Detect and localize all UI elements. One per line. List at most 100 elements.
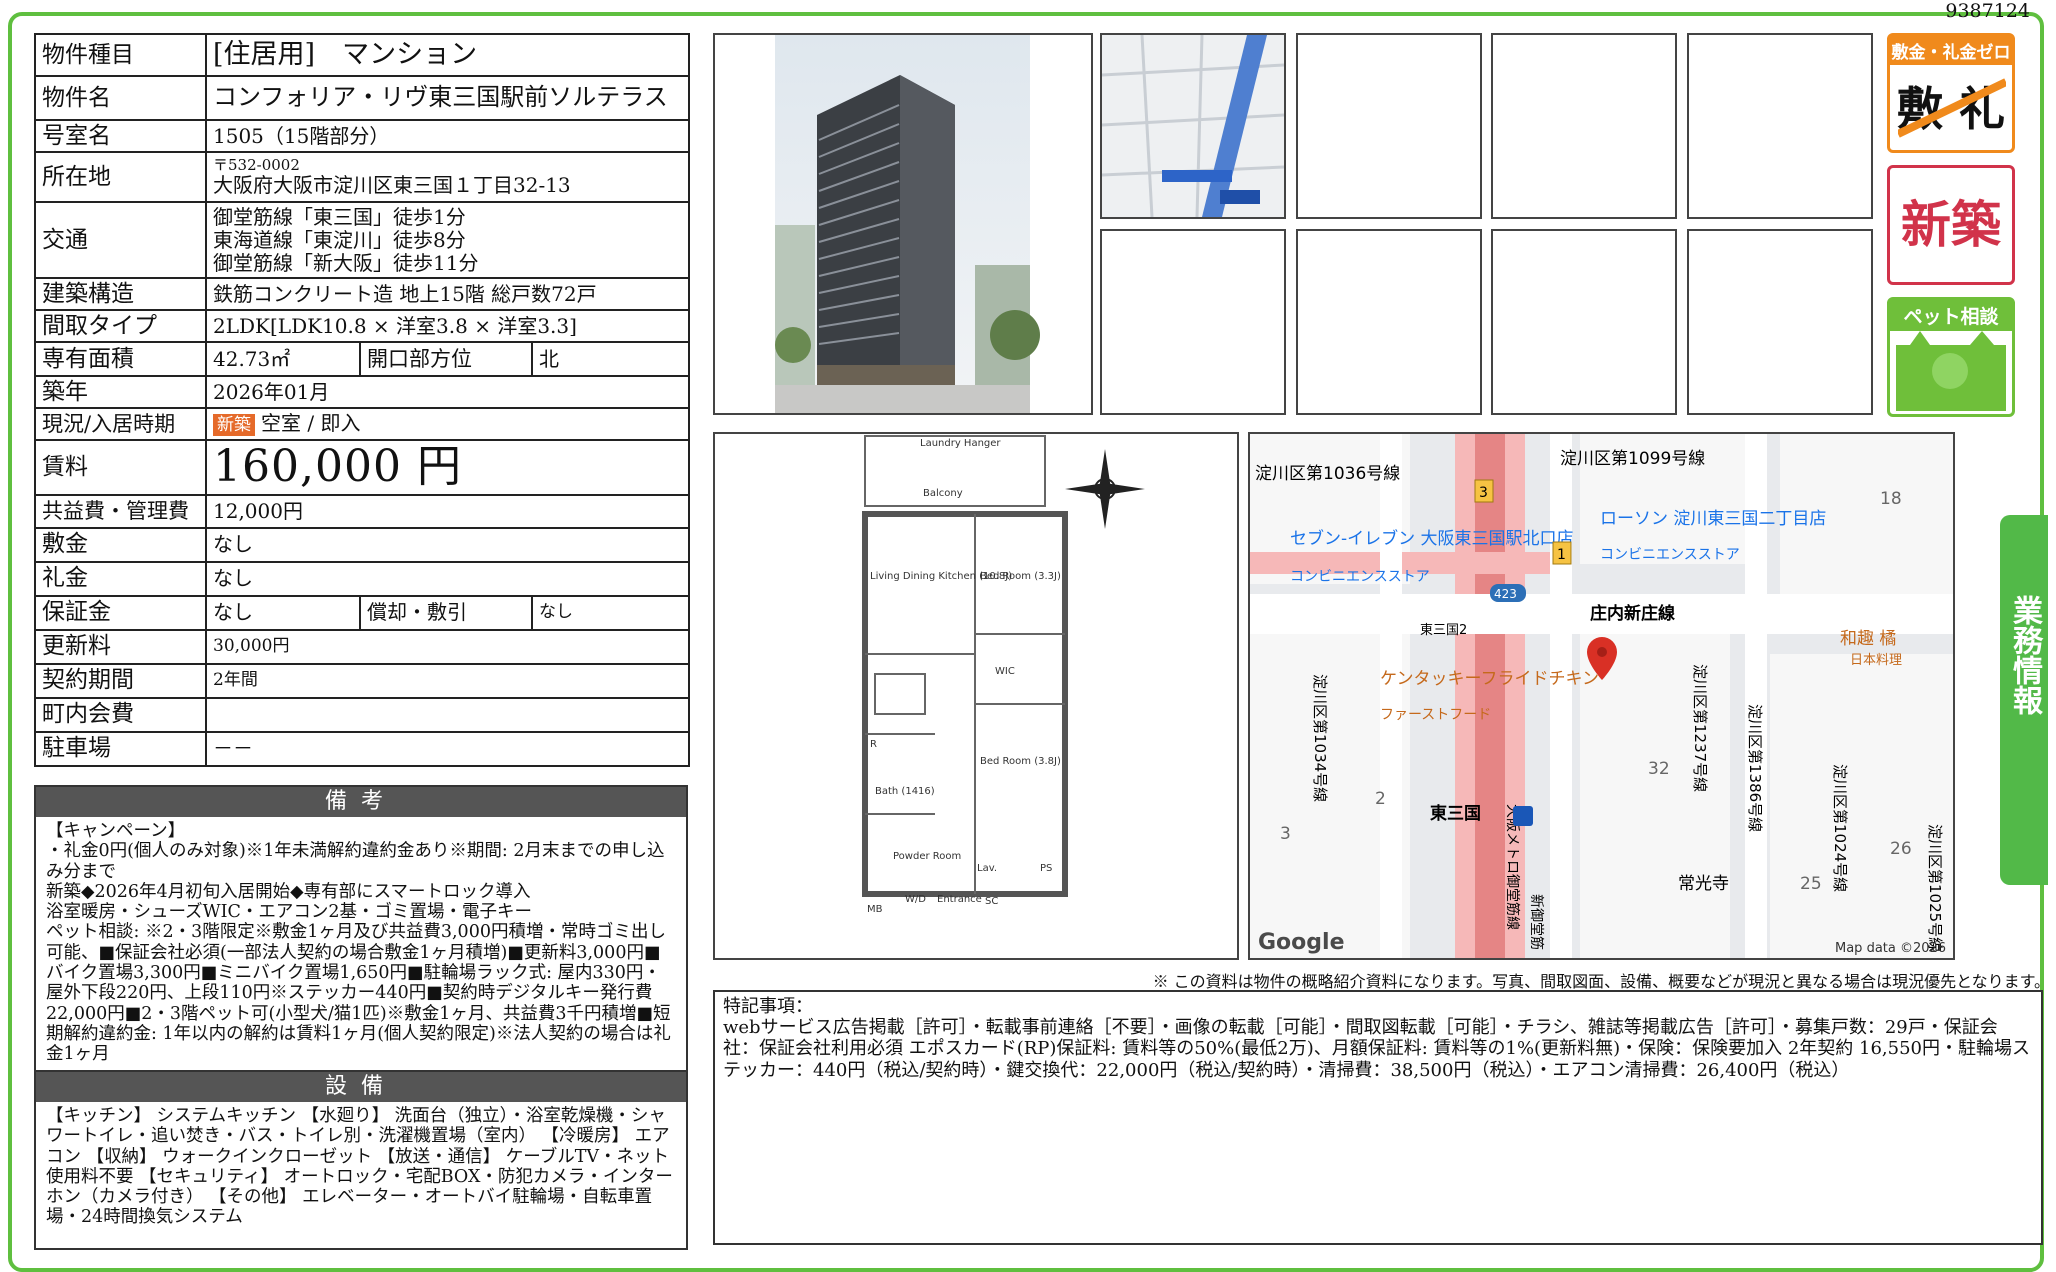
map-station-higashimikuni: 東三国 (1430, 803, 1481, 824)
label-orientation: 開口部方位 (359, 341, 533, 377)
label-layout: 間取タイプ (34, 309, 207, 343)
label-renewal: 更新料 (34, 628, 207, 665)
fp-bedroom-2: Bed Room (3.8J) (980, 756, 1061, 767)
photo-slot-5 (1100, 229, 1286, 415)
row-area: 専有面積 42.73㎡ 開口部方位 北 (34, 341, 691, 377)
zero-deposit-badge: 敷金・礼金ゼロ 敷 礼 (1887, 33, 2015, 153)
map-route-1: 1 (1557, 547, 1566, 563)
map-road-1024: 淀川区第1024号線 (1831, 764, 1849, 892)
value-built: 2026年01月 (204, 375, 691, 409)
equipment-panel: 設備 【キッチン】 システムキッチン 【水廻り】 洗面台（独立）・浴室乾燥機・シ… (34, 1070, 688, 1250)
special-notes-body: webサービス広告掲載［許可］・転載事前連絡［不要］・画像の転載［可能］・間取図… (723, 1017, 2030, 1081)
fp-laundry: Laundry Hanger (920, 438, 1001, 449)
business-info-tab-label: 業務情報 (2007, 595, 2042, 715)
fp-wd: W/D (905, 894, 926, 905)
row-parking: 駐車場 －－ (34, 730, 691, 767)
map-block-2: 2 (1375, 789, 1386, 809)
access-line-3: 御堂筋線「新大阪」徒歩11分 (213, 250, 479, 275)
document-id: 9387124 (1945, 0, 2030, 22)
row-access: 交通 御堂筋線「東三国」徒歩1分 東海道線「東淀川」徒歩8分 御堂筋線「新大阪」… (34, 201, 691, 279)
compass-icon (1065, 449, 1145, 529)
map-block-32: 32 (1648, 759, 1670, 779)
map-seven-eleven-type: コンビニエンスストア (1290, 569, 1430, 585)
value-deposit: なし (204, 526, 691, 563)
floorplan-frame: Laundry Hanger Balcony Living Dining Kit… (713, 432, 1239, 960)
value-layout: 2LDK[LDK10.8 × 洋室3.8 × 洋室3.3] (204, 309, 691, 343)
fp-bath: Bath (1416) (875, 786, 935, 797)
row-address: 所在地 〒532-0002 大阪府大阪市淀川区東三国１丁目32-13 (34, 151, 691, 203)
row-name: 物件名 コンフォリア・リヴ東三国駅前ソルテラス (34, 75, 691, 121)
value-fee: 12,000円 (204, 493, 691, 529)
row-key-money: 礼金 なし (34, 560, 691, 597)
row-status: 現況/入居時期 新築 空室 / 即入 (34, 407, 691, 441)
map-block-26: 26 (1890, 839, 1912, 859)
map-road-1099: 淀川区第1099号線 (1560, 449, 1705, 469)
map-block-18: 18 (1880, 489, 1902, 509)
label-fee: 共益費・管理費 (34, 493, 207, 529)
photo-slot-8 (1687, 229, 1873, 415)
remarks-header: 備考 (36, 787, 686, 817)
value-name: コンフォリア・リヴ東三国駅前ソルテラス (204, 75, 691, 121)
label-status: 現況/入居時期 (34, 407, 207, 441)
special-notes-title: 特記事項： (723, 996, 813, 1017)
label-structure: 建築構造 (34, 277, 207, 311)
location-map-image: 淀川区第1036号線 淀川区第1099号線 セブン-イレブン 大阪東三国駅北口店… (1250, 434, 1953, 958)
value-status: 空室 / 即入 (261, 411, 361, 436)
value-rent: 160,000 円 (204, 439, 691, 496)
photo-slot-6 (1296, 229, 1482, 415)
location-map[interactable]: 淀川区第1036号線 淀川区第1099号線 セブン-イレブン 大阪東三国駅北口店… (1248, 432, 1955, 960)
photo-slot-2 (1296, 33, 1482, 219)
label-community: 町内会費 (34, 696, 207, 733)
area-map-thumbnail (1100, 33, 1286, 219)
map-washu-tachibana: 和趣 橘 (1840, 629, 1896, 649)
fp-bedroom-1: Bed Room (3.3J) (980, 571, 1061, 582)
photo-slot-3 (1491, 33, 1677, 219)
metro-station-icon (1513, 806, 1533, 826)
map-road-1034: 淀川区第1034号線 (1311, 674, 1329, 802)
map-road-1237: 淀川区第1237号線 (1691, 664, 1709, 792)
floorplan-drawing: Laundry Hanger Balcony Living Dining Kit… (862, 435, 1145, 915)
building-photo-frame (713, 33, 1093, 415)
map-higashimikuni-2: 東三国2 (1420, 622, 1467, 638)
label-area: 専有面積 (34, 341, 207, 377)
photo-slot-7 (1491, 229, 1677, 415)
business-info-tab[interactable]: 業務情報 (2000, 515, 2048, 885)
label-contract: 契約期間 (34, 662, 207, 699)
value-orientation: 北 (530, 341, 691, 377)
label-built: 築年 (34, 375, 207, 409)
google-logo: Google (1258, 930, 1345, 955)
fp-ps: PS (1040, 863, 1052, 874)
map-japanese-restaurant: 日本料理 (1850, 653, 1902, 668)
fp-balcony: Balcony (923, 488, 963, 499)
row-contract: 契約期間 2年間 (34, 662, 691, 699)
value-guarantee: なし (205, 594, 361, 631)
fp-entrance: Entrance (937, 894, 982, 905)
map-road-1036: 淀川区第1036号線 (1255, 464, 1400, 484)
map-joko-ji: 常光寺 (1678, 874, 1729, 894)
value-type: [住居用] マンション (204, 33, 691, 77)
value-renewal: 30,000円 (204, 628, 691, 665)
label-name: 物件名 (34, 75, 207, 121)
fp-sc: SC (985, 896, 998, 907)
map-road-1025: 淀川区第1025号線 (1926, 824, 1944, 952)
equipment-body: 【キッチン】 システムキッチン 【水廻り】 洗面台（独立）・浴室乾燥機・シャワー… (46, 1106, 673, 1228)
area-map-thumbnail-image (1101, 34, 1285, 218)
row-built: 築年 2026年01月 (34, 375, 691, 409)
label-room: 号室名 (34, 119, 207, 153)
zero-deposit-title: 敷金・礼金ゼロ (1890, 36, 2012, 65)
value-area: 42.73㎡ (205, 341, 361, 377)
map-shonai-shinjo-line: 庄内新庄線 (1590, 603, 1675, 624)
new-build-tag: 新築 (1887, 165, 2015, 285)
map-route-423: 423 (1494, 587, 1517, 601)
equipment-header: 設備 (36, 1072, 686, 1102)
photo-slot-4 (1687, 33, 1873, 219)
fp-mb: MB (867, 904, 883, 915)
row-deposit: 敷金 なし (34, 526, 691, 563)
row-structure: 建築構造 鉄筋コンクリート造 地上15階 総戸数72戸 (34, 277, 691, 311)
special-notes-panel: 特記事項： webサービス広告掲載［許可］・転載事前連絡［不要］・画像の転載［可… (713, 990, 2043, 1245)
label-address: 所在地 (34, 151, 207, 203)
label-type: 物件種目 (34, 33, 207, 77)
map-fast-food: ファーストフード (1380, 707, 1491, 723)
disclaimer-note: ※ この資料は物件の概略紹介資料になります。写真、間取図面、設備、概要などが現況… (1152, 972, 2050, 991)
row-guarantee: 保証金 なし 償却・敷引 なし (34, 594, 691, 631)
